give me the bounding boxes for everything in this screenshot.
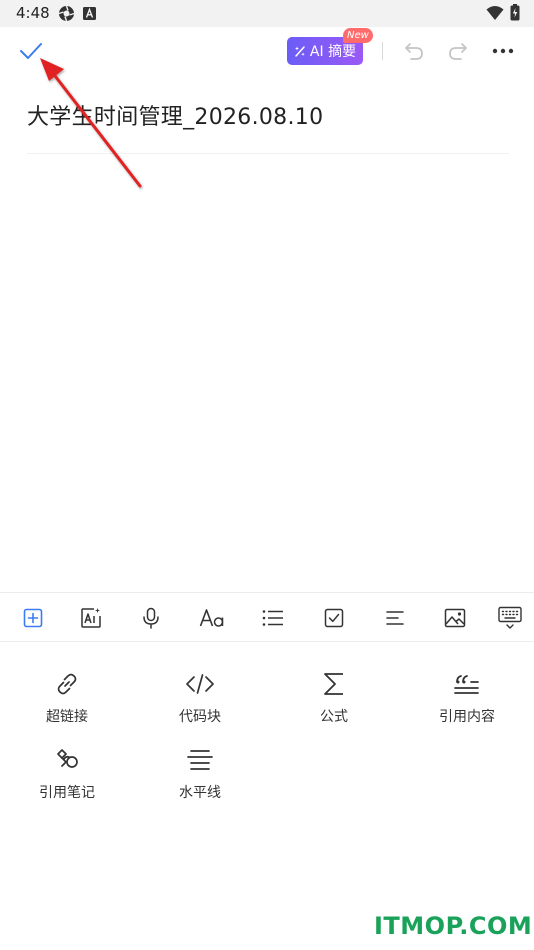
insert-item-label: 超链接 xyxy=(46,709,88,725)
aperture-icon xyxy=(58,5,75,22)
insert-note-reference[interactable]: 引用笔记 xyxy=(17,745,117,811)
undo-button[interactable] xyxy=(402,39,426,63)
insert-item-label: 公式 xyxy=(320,709,348,725)
editor-top-bar: AI 摘要 New xyxy=(0,27,534,75)
insert-icon xyxy=(23,608,43,628)
wifi-icon xyxy=(486,5,504,20)
image-icon xyxy=(444,608,466,628)
more-dots-icon xyxy=(492,48,514,54)
align-icon xyxy=(386,611,404,625)
new-badge: New xyxy=(343,28,373,43)
insert-horizontal-line[interactable]: 水平线 xyxy=(150,745,250,811)
status-left-icons xyxy=(58,5,96,22)
insert-item-label: 引用内容 xyxy=(439,709,495,725)
insert-formula[interactable]: 公式 xyxy=(284,669,384,735)
font-style-icon xyxy=(199,609,224,627)
horizontal-line-icon xyxy=(185,745,215,775)
insert-code-block[interactable]: 代码块 xyxy=(150,669,250,735)
redo-button[interactable] xyxy=(446,39,470,63)
insert-item-label: 水平线 xyxy=(179,785,221,801)
image-button[interactable] xyxy=(442,605,468,631)
insert-item-label: 引用笔记 xyxy=(39,785,95,801)
checkbox-icon xyxy=(324,608,344,628)
insert-quote[interactable]: 引用内容 xyxy=(417,669,517,735)
keyboard-toggle-button[interactable] xyxy=(496,605,524,631)
quote-icon xyxy=(452,669,482,699)
checkbox-button[interactable] xyxy=(321,605,347,631)
insert-item-label: 代码块 xyxy=(179,709,221,725)
align-button[interactable] xyxy=(382,605,408,631)
more-options-button[interactable] xyxy=(490,39,516,63)
note-title[interactable]: 大学生时间管理_2026.08.10 xyxy=(27,99,323,131)
font-style-button[interactable] xyxy=(198,605,226,631)
link-icon xyxy=(52,669,82,699)
voice-input-button[interactable] xyxy=(138,605,164,631)
note-link-icon xyxy=(52,745,82,775)
insert-button[interactable] xyxy=(20,605,46,631)
insert-panel: 超链接 代码块 公式 引用内容 引用笔记 水平线 xyxy=(0,643,534,950)
done-button[interactable] xyxy=(14,35,48,67)
bullet-list-icon xyxy=(262,610,283,626)
microphone-icon xyxy=(143,607,159,629)
ai-text-button[interactable] xyxy=(78,605,104,631)
insert-hyperlink[interactable]: 超链接 xyxy=(17,669,117,735)
undo-icon xyxy=(405,43,423,60)
app-a-icon xyxy=(83,7,96,20)
ai-sparkle-icon xyxy=(294,46,305,57)
redo-icon xyxy=(449,43,467,60)
status-bar: 4:48 xyxy=(0,0,534,27)
top-bar-divider xyxy=(382,42,383,60)
code-icon xyxy=(185,669,215,699)
keyboard-icon xyxy=(498,606,522,629)
bullet-list-button[interactable] xyxy=(260,605,286,631)
note-body-editor[interactable] xyxy=(27,160,509,580)
status-time: 4:48 xyxy=(16,4,50,22)
format-toolbar xyxy=(0,592,534,642)
ai-text-icon xyxy=(81,608,101,628)
site-watermark: ITMOP.COM xyxy=(374,912,533,940)
sigma-icon xyxy=(319,669,349,699)
checkmark-icon xyxy=(20,43,42,59)
status-right-icons xyxy=(486,4,520,21)
title-divider xyxy=(27,153,509,154)
battery-icon xyxy=(510,4,520,21)
ai-summary-label: AI 摘要 xyxy=(309,44,357,60)
